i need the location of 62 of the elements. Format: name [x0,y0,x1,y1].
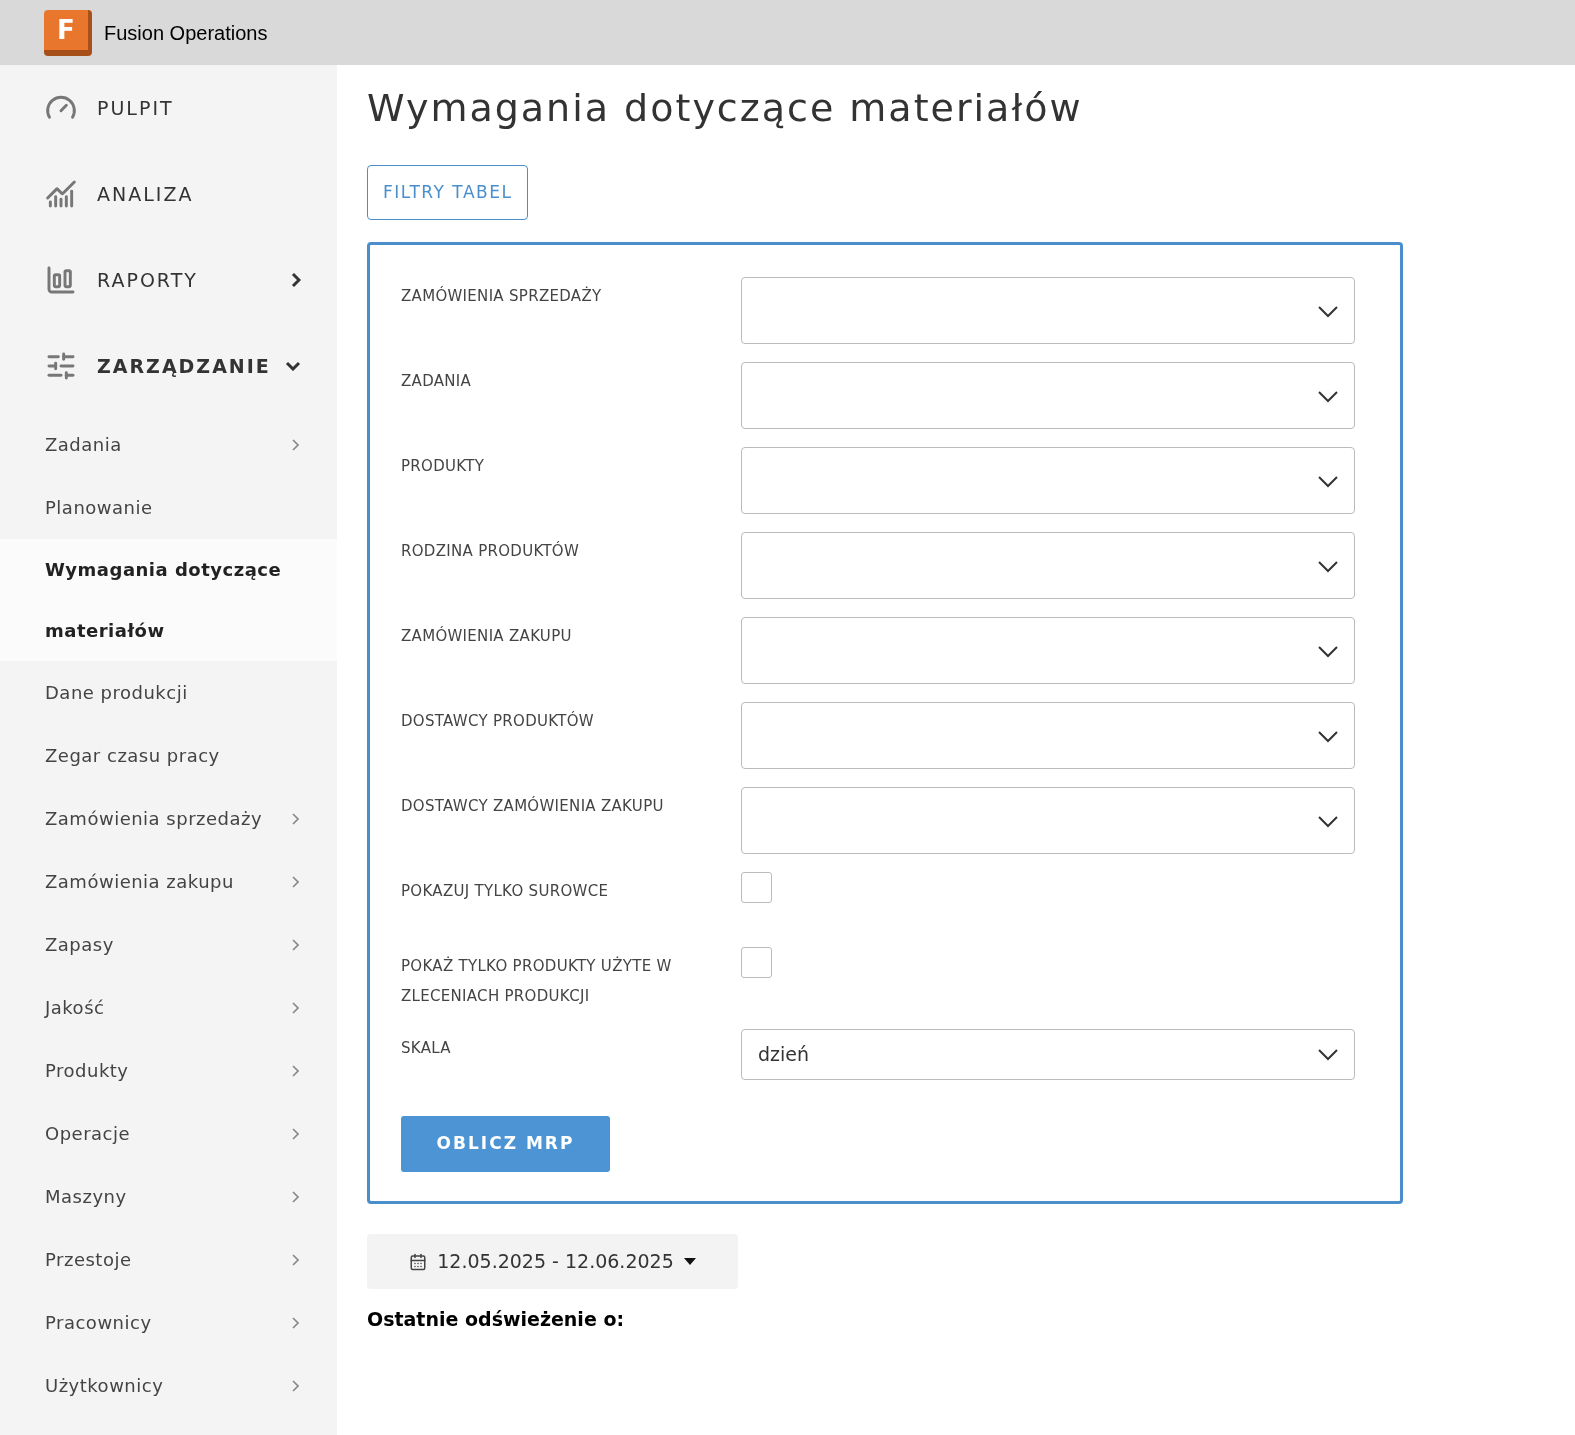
chevron-down-icon [1318,816,1338,828]
sidebar-item[interactable]: Zamówienia sprzedaży [0,787,337,850]
select-field[interactable] [741,277,1355,344]
sidebar-item[interactable]: Produkty [0,1039,337,1102]
sidebar-item[interactable]: Wymagania dotyczące materiałów [0,539,337,661]
caret-down-icon [683,1258,696,1265]
chevron-down-icon [1318,391,1338,403]
section-label: ANALIZA [97,181,194,207]
sidebar-item[interactable]: Zapasy [0,913,337,976]
calendar-icon [409,1252,428,1271]
page-title: Wymagania dotyczące materiałów [367,85,1084,132]
chevron-down-icon [1318,561,1338,573]
chevron-down-icon [1318,1048,1338,1061]
sidebar-item[interactable]: Dane produkcji [0,661,337,724]
chevron-down-icon [1318,646,1338,658]
field-label: POKAZUJ TYLKO SUROWCE [401,881,610,902]
field-label: DOSTAWCY PRODUKTÓW [401,710,595,732]
sidebar-item[interactable]: Maszyny [0,1165,337,1228]
checkbox[interactable] [741,947,772,978]
select-field[interactable] [741,362,1355,429]
field-label: SKALA [401,1038,452,1059]
sidebar-item[interactable]: Jakość [0,976,337,1039]
last-refresh-text: Ostatnie odświeżenie o: [367,1307,626,1332]
sidebar-item[interactable]: Operacje [0,1102,337,1165]
sliders-icon [45,350,77,382]
select-field[interactable] [741,617,1355,684]
chevron-down-icon [1318,306,1338,318]
field-label: ZAMÓWIENIA SPRZEDAŻY [401,285,603,307]
sidebar-item[interactable]: Zegar czasu pracy [0,724,337,787]
section-label: RAPORTY [97,267,198,293]
bar-chart-icon [45,264,77,296]
sidebar-item[interactable]: Planowanie [0,476,337,539]
select-field[interactable] [741,702,1355,769]
checkbox[interactable] [741,872,772,903]
field-label: DOSTAWCY ZAMÓWIENIA ZAKUPU [401,795,665,817]
chevron-down-icon [1318,731,1338,743]
sidebar-section[interactable]: ZARZĄDZANIE [0,323,337,409]
chevron-down-icon [1318,476,1338,488]
logo-letter: F [57,16,75,43]
section-label: PULPIT [97,95,174,121]
field-label: ZAMÓWIENIA ZAKUPU [401,625,573,647]
select-field[interactable] [741,447,1355,514]
field-label: POKAŻ TYLKO PRODUKTY UŻYTE W ZLECENIACH PRODUKCJI [401,955,673,1007]
select-value: dzień [758,1042,810,1068]
field-label: PRODUKTY [401,456,486,477]
sidebar-section[interactable]: RAPORTY [0,237,337,323]
date-range-button[interactable]: 12.05.2025 - 12.06.2025 [367,1234,738,1289]
select-field[interactable] [741,532,1355,599]
sidebar-item[interactable]: Pracownicy [0,1291,337,1354]
sidebar-section[interactable]: PULPIT [0,65,337,151]
app-title: Fusion Operations [104,20,268,46]
section-label: ZARZĄDZANIE [97,353,271,379]
sidebar-section[interactable]: ANALIZA [0,151,337,237]
chart-icon [45,178,77,210]
select-field[interactable]: dzień [741,1029,1355,1080]
sidebar-item[interactable]: Użytkownicy [0,1354,337,1417]
field-label: ZADANIA [401,371,473,392]
select-field[interactable] [741,787,1355,854]
field-label: RODZINA PRODUKTÓW [401,540,581,562]
sidebar-item[interactable]: Zamówienia zakupu [0,850,337,913]
sidebar-item[interactable]: Przestoje [0,1228,337,1291]
sidebar-item[interactable]: Zadania [0,413,337,476]
